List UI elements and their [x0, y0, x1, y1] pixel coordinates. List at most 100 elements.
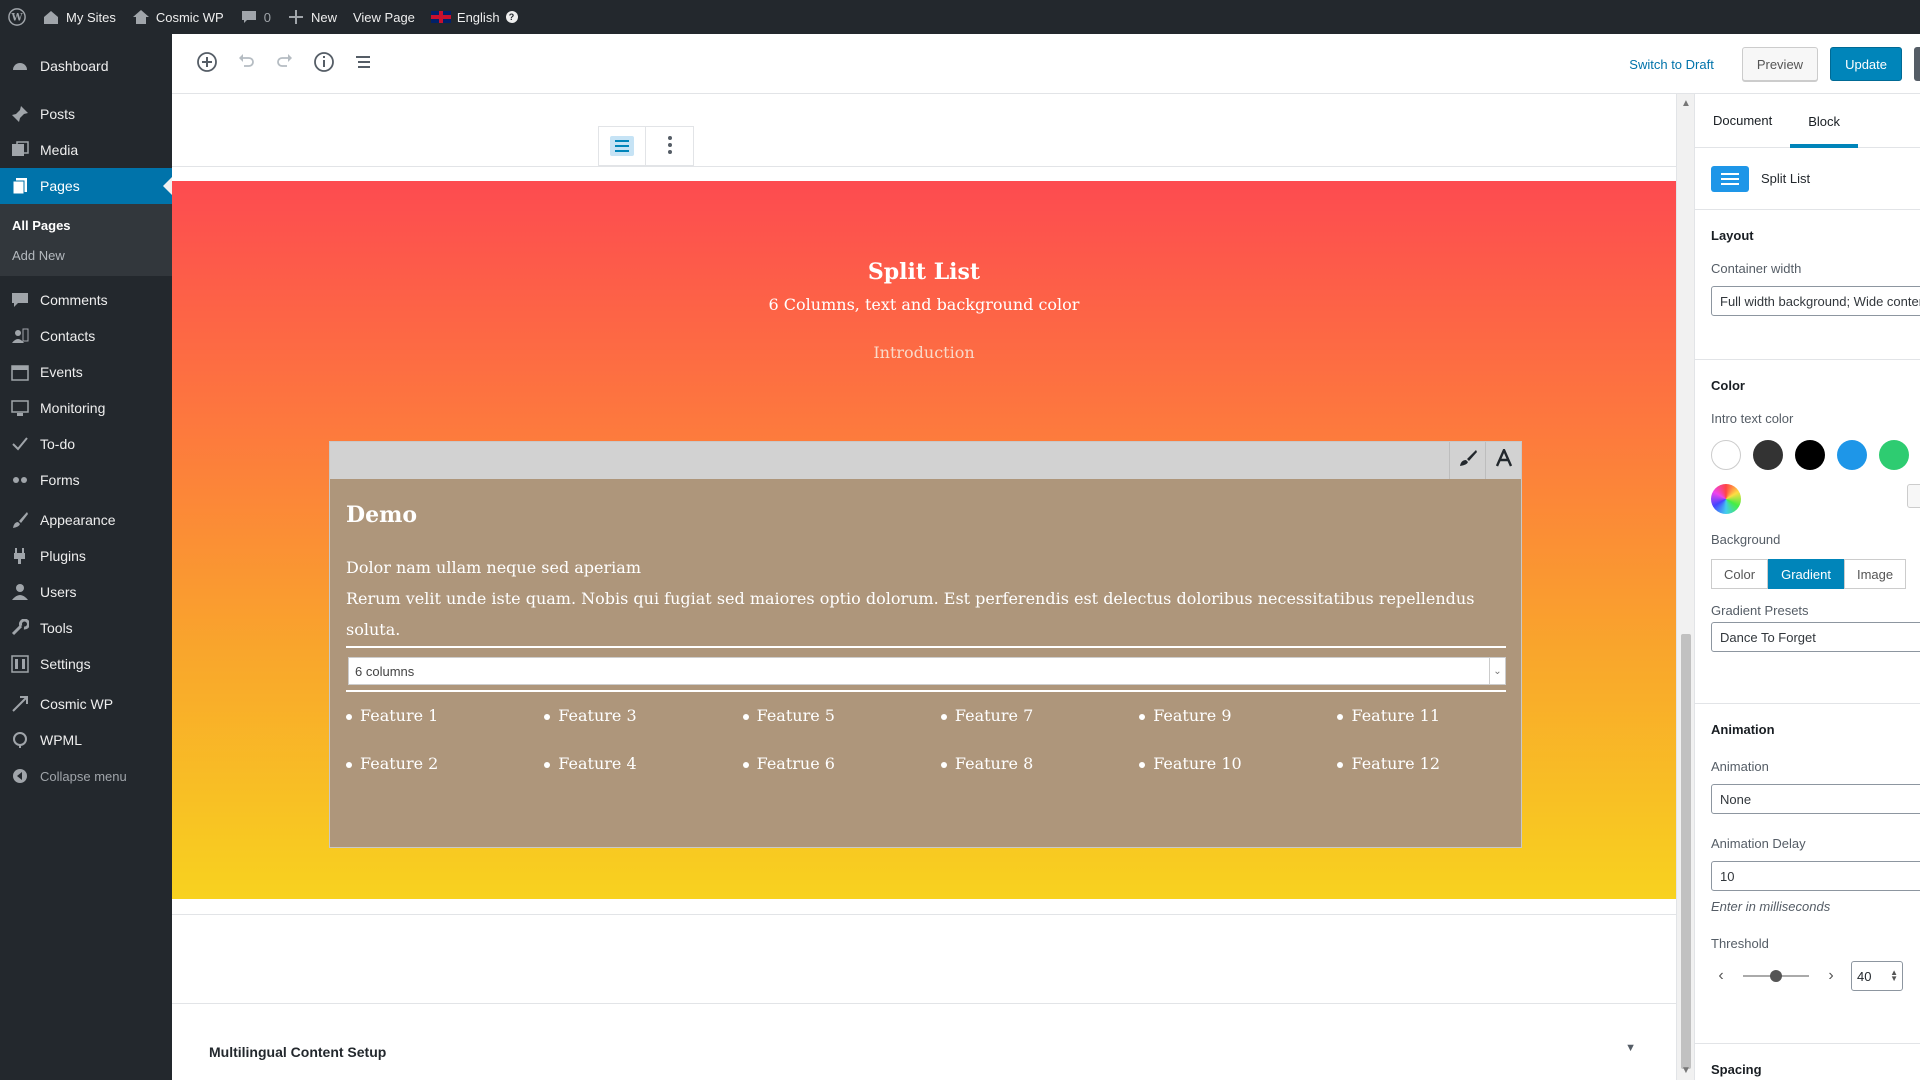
redo-button[interactable] [267, 46, 303, 82]
sidebar-item-monitoring[interactable]: Monitoring [0, 390, 172, 426]
gradient-presets-select[interactable]: Dance To Forget [1711, 622, 1920, 652]
sidebar-item-media[interactable]: Media [0, 132, 172, 168]
submenu-add-new[interactable]: Add New [0, 240, 172, 270]
admin-sidebar: Dashboard Posts Media Pages All Pages Ad… [0, 34, 172, 1080]
preview-button[interactable]: Preview [1741, 47, 1819, 81]
settings-toggle-button[interactable] [1914, 47, 1920, 81]
list-item[interactable]: Feature 9 [1139, 700, 1337, 748]
content-info-button[interactable] [306, 46, 342, 82]
split-list-block[interactable]: Split List 6 Columns, text and backgroun… [172, 181, 1676, 899]
view-page-link[interactable]: View Page [345, 0, 423, 34]
submenu-all-pages[interactable]: All Pages [0, 210, 172, 240]
new-label: New [310, 9, 337, 25]
add-block-button[interactable] [189, 46, 225, 82]
sidebar-item-settings[interactable]: Settings [0, 646, 172, 682]
block-type-button[interactable] [599, 127, 646, 165]
list-item[interactable]: Feature 8 [940, 748, 1139, 796]
spinner-icon[interactable]: ▲ ▼ [1890, 969, 1898, 983]
threshold-number-input[interactable]: 40 ▲ ▼ [1851, 961, 1903, 991]
sidebar-item-appearance[interactable]: Appearance [0, 502, 172, 538]
collapse-menu-button[interactable]: Collapse menu [0, 758, 172, 794]
panel-title[interactable]: Color [1711, 360, 1904, 393]
new-content-menu[interactable]: New [279, 0, 345, 34]
switch-to-draft-button[interactable]: Switch to Draft [1613, 57, 1730, 72]
wordpress-logo-button[interactable]: W [0, 0, 34, 34]
list-item[interactable]: Feature 4 [544, 748, 742, 796]
list-item[interactable]: Feature 11 [1337, 700, 1535, 748]
swatch-white[interactable] [1711, 440, 1741, 470]
site-name-menu[interactable]: Cosmic WP [124, 0, 232, 34]
background-color-button[interactable]: Color [1711, 559, 1769, 589]
sidebar-item-contacts[interactable]: Contacts [0, 318, 172, 354]
language-switcher[interactable]: English ? [423, 0, 526, 34]
panel-title[interactable]: Spacing [1711, 1044, 1904, 1077]
sidebar-item-forms[interactable]: Forms [0, 462, 172, 498]
tab-block[interactable]: Block [1790, 94, 1859, 148]
undo-button[interactable] [228, 46, 264, 82]
swatch-blue[interactable] [1837, 440, 1867, 470]
list-item[interactable]: Feature 10 [1139, 748, 1337, 796]
list-item[interactable]: Feature 12 [1337, 748, 1535, 796]
tab-document[interactable]: Document [1695, 94, 1790, 147]
demo-description[interactable]: Dolor nam ullam neque sed aperiam Rerum … [346, 552, 1506, 645]
chevron-left-icon[interactable]: ‹ [1711, 967, 1731, 985]
panel-title[interactable]: Layout [1711, 210, 1904, 243]
list-item[interactable]: Featrue 6 [742, 748, 941, 796]
list-item[interactable]: Feature 2 [346, 748, 544, 796]
scroll-up-icon[interactable]: ▲ [1681, 98, 1691, 109]
comments-menu[interactable]: 0 [232, 0, 279, 34]
brush-button[interactable] [1449, 442, 1485, 479]
columns-select[interactable]: 6 columns ⌄ [348, 657, 1506, 685]
block-subtitle[interactable]: 6 Columns, text and background color [172, 295, 1676, 314]
block-navigation-button[interactable] [345, 46, 381, 82]
canvas-scrollbar[interactable]: ▲ ▼ [1676, 94, 1694, 1080]
swatch-black[interactable] [1795, 440, 1825, 470]
background-gradient-button[interactable]: Gradient [1768, 559, 1844, 589]
list-item[interactable]: Feature 5 [742, 700, 941, 748]
update-button[interactable]: Update [1830, 47, 1902, 81]
chevron-right-icon[interactable]: › [1821, 967, 1841, 985]
sidebar-item-dashboard[interactable]: Dashboard [0, 48, 172, 84]
animation-select[interactable]: None [1711, 784, 1920, 814]
sidebar-item-pages[interactable]: Pages [0, 168, 172, 204]
list-item[interactable]: Feature 1 [346, 700, 544, 748]
slider-knob[interactable] [1770, 970, 1782, 982]
sidebar-item-wpml[interactable]: WPML [0, 722, 172, 758]
block-intro[interactable]: Introduction [172, 343, 1676, 362]
multilingual-meta-box[interactable]: Multilingual Content Setup ▼ [172, 1003, 1676, 1080]
background-image-button[interactable]: Image [1843, 559, 1907, 589]
panel-title[interactable]: Animation [1711, 704, 1904, 737]
sidebar-item-cosmic-wp[interactable]: Cosmic WP [0, 686, 172, 722]
list-item[interactable]: Feature 3 [544, 700, 742, 748]
sidebar-item-users[interactable]: Users [0, 574, 172, 610]
text-style-button[interactable] [1485, 442, 1521, 479]
pages-icon [10, 176, 30, 196]
container-width-select[interactable]: Full width background; Wide content [1711, 286, 1920, 316]
block-title[interactable]: Split List [172, 259, 1676, 285]
triangle-down-icon[interactable]: ▼ [1625, 1042, 1636, 1054]
swatch-dark-gray[interactable] [1753, 440, 1783, 470]
demo-title[interactable]: Demo [346, 502, 417, 528]
events-icon [10, 362, 30, 382]
scroll-down-icon[interactable]: ▼ [1681, 1065, 1691, 1076]
custom-color-picker[interactable] [1711, 484, 1741, 514]
feature-label: Feature 5 [756, 706, 835, 725]
sidebar-item-comments[interactable]: Comments [0, 282, 172, 318]
animation-delay-input[interactable]: 10 [1711, 861, 1920, 891]
sidebar-item-events[interactable]: Events [0, 354, 172, 390]
sidebar-item-plugins[interactable]: Plugins [0, 538, 172, 574]
threshold-slider[interactable] [1743, 970, 1809, 982]
more-options-button[interactable] [646, 127, 693, 165]
sidebar-item-tools[interactable]: Tools [0, 610, 172, 646]
threshold-control: ‹ › 40 ▲ ▼ [1711, 961, 1904, 991]
demo-list-box[interactable]: Demo Dolor nam ullam neque sed aperiam R… [329, 441, 1522, 848]
scroll-thumb[interactable] [1681, 634, 1691, 1069]
header-actions: Switch to Draft Preview Update [1613, 34, 1920, 94]
comment-icon [10, 290, 30, 310]
my-sites-menu[interactable]: My Sites [34, 0, 124, 34]
sidebar-item-posts[interactable]: Posts [0, 96, 172, 132]
sidebar-item-todo[interactable]: To-do [0, 426, 172, 462]
list-item[interactable]: Feature 7 [940, 700, 1139, 748]
swatch-green[interactable] [1879, 440, 1909, 470]
clear-color-button[interactable] [1907, 484, 1920, 508]
